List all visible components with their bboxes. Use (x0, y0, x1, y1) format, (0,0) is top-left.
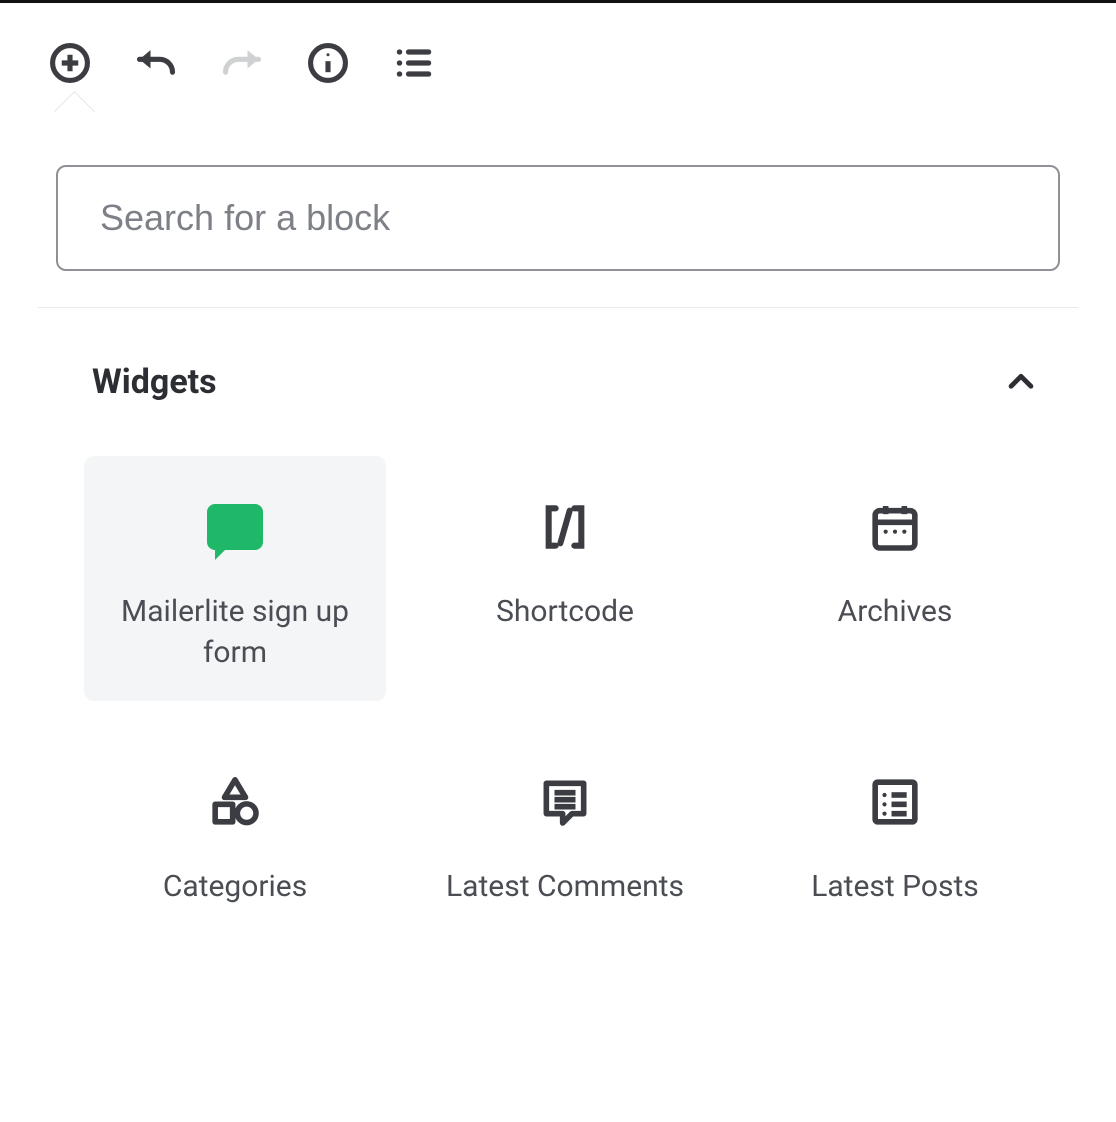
block-label: Latest Comments (446, 867, 684, 908)
block-label: Latest Posts (811, 867, 979, 908)
widgets-section-toggle[interactable]: Widgets (0, 308, 1116, 416)
block-search-input[interactable] (56, 165, 1060, 271)
block-inserter-panel: Widgets Mailerlite sign up form Shortcod… (0, 111, 1116, 1031)
chevron-up-icon (1004, 365, 1038, 399)
block-label: Categories (163, 867, 307, 908)
add-block-button[interactable] (44, 37, 96, 89)
block-latest-posts[interactable]: Latest Posts (744, 731, 1046, 971)
shapes-icon (207, 767, 263, 837)
block-shortcode[interactable]: Shortcode (414, 456, 716, 701)
editor-toolbar (0, 3, 1116, 111)
undo-button[interactable] (130, 37, 182, 89)
block-grid: Mailerlite sign up form Shortcode Archiv… (0, 416, 1116, 971)
calendar-icon (867, 492, 923, 562)
redo-icon (220, 41, 264, 85)
chat-bubble-icon (207, 492, 263, 562)
shortcode-icon (537, 492, 593, 562)
block-latest-comments[interactable]: Latest Comments (414, 731, 716, 971)
section-title: Widgets (92, 362, 217, 402)
info-button[interactable] (302, 37, 354, 89)
block-label: Archives (838, 592, 953, 633)
block-archives[interactable]: Archives (744, 456, 1046, 701)
block-label: Mailerlite sign up form (100, 592, 370, 673)
block-label: Shortcode (496, 592, 634, 633)
comment-icon (537, 767, 593, 837)
plus-circle-icon (48, 41, 92, 85)
outline-button[interactable] (388, 37, 440, 89)
info-icon (306, 41, 350, 85)
list-box-icon (867, 767, 923, 837)
block-mailerlite-signup-form[interactable]: Mailerlite sign up form (84, 456, 386, 701)
block-categories[interactable]: Categories (84, 731, 386, 971)
undo-icon (134, 41, 178, 85)
list-icon (392, 41, 436, 85)
redo-button[interactable] (216, 37, 268, 89)
